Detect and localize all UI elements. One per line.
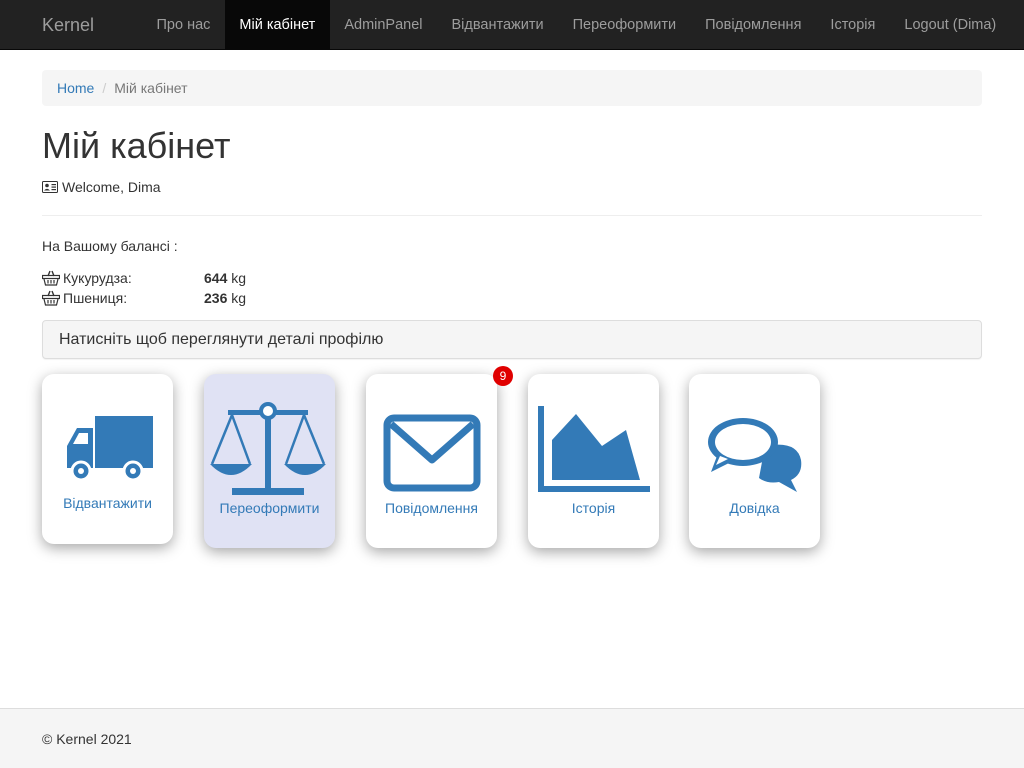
chat-bubbles-icon: [708, 418, 802, 492]
scales-icon: [210, 402, 326, 495]
main-container: Home / Мій кабінет Мій кабінет Welcome, Di…: [42, 70, 982, 548]
breadcrumb-home-link[interactable]: Home: [57, 80, 94, 96]
nav-item-reissue[interactable]: Переоформити: [558, 0, 691, 49]
nav-menu: Про нас Мій кабінет AdminPanel Відвантаж…: [142, 0, 1011, 49]
nav-item-messages[interactable]: Повідомлення: [691, 0, 816, 49]
tile-label: Повідомлення: [385, 500, 478, 516]
basket-icon: [42, 290, 60, 306]
tile-ship[interactable]: Відвантажити: [42, 374, 173, 544]
tile-label: Історія: [571, 500, 616, 516]
tile-messages[interactable]: Повідомлення: [366, 374, 497, 548]
tile-history[interactable]: Історія: [528, 374, 659, 548]
nav-item-ship[interactable]: Відвантажити: [437, 0, 558, 49]
breadcrumb-separator: /: [102, 80, 107, 96]
page-title: Мій кабінет: [42, 125, 231, 166]
balance-row: Кукурудза: 644 kg: [42, 268, 982, 288]
balance-row: Пшениця: 236 kg: [42, 288, 982, 308]
balance-name: Пшениця:: [63, 290, 128, 306]
envelope-icon: [383, 414, 481, 492]
balance-list: Кукурудза: 644 kg Пшениця: 236 kg: [42, 268, 982, 308]
balance-label: На Вашому балансі :: [42, 238, 178, 254]
breadcrumb: Home / Мій кабінет: [42, 70, 982, 106]
welcome-text: Welcome, Dima: [62, 179, 161, 195]
nav-item-history[interactable]: Історія: [816, 0, 890, 49]
profile-details-panel[interactable]: Натисніть щоб переглянути деталі профілю: [42, 320, 982, 359]
balance-amount: 644: [204, 270, 228, 286]
balance-name: Кукурудза:: [63, 270, 132, 286]
messages-badge: 9: [493, 366, 513, 386]
brand-link[interactable]: Kernel: [42, 0, 142, 49]
tile-label: Довідка: [729, 500, 780, 516]
nav-item-about[interactable]: Про нас: [142, 0, 225, 49]
truck-icon: [67, 416, 153, 482]
basket-icon: [42, 270, 60, 286]
top-navbar: Kernel Про нас Мій кабінет AdminPanel Ві…: [0, 0, 1024, 50]
tile-label: Відвантажити: [63, 495, 152, 511]
area-chart-icon: [538, 406, 650, 492]
footer-text: © Kernel 2021: [42, 731, 132, 747]
divider: [42, 215, 982, 216]
id-card-icon: [42, 181, 58, 193]
breadcrumb-current: Мій кабінет: [114, 80, 188, 96]
nav-item-logout[interactable]: Logout (Dima): [890, 0, 1011, 49]
balance-unit: kg: [231, 270, 247, 286]
balance-unit: kg: [231, 290, 247, 306]
action-tiles: Відвантажити Переоформити Повідомлення 9…: [42, 366, 982, 564]
balance-amount: 236: [204, 290, 228, 306]
footer: © Kernel 2021: [0, 708, 1024, 768]
tile-reissue[interactable]: Переоформити: [204, 374, 335, 548]
tile-help[interactable]: Довідка: [689, 374, 820, 548]
nav-item-adminpanel[interactable]: AdminPanel: [330, 0, 437, 49]
nav-item-my-cabinet[interactable]: Мій кабінет: [224, 0, 330, 49]
tile-label: Переоформити: [219, 500, 320, 516]
welcome-line: Welcome, Dima: [42, 179, 982, 195]
